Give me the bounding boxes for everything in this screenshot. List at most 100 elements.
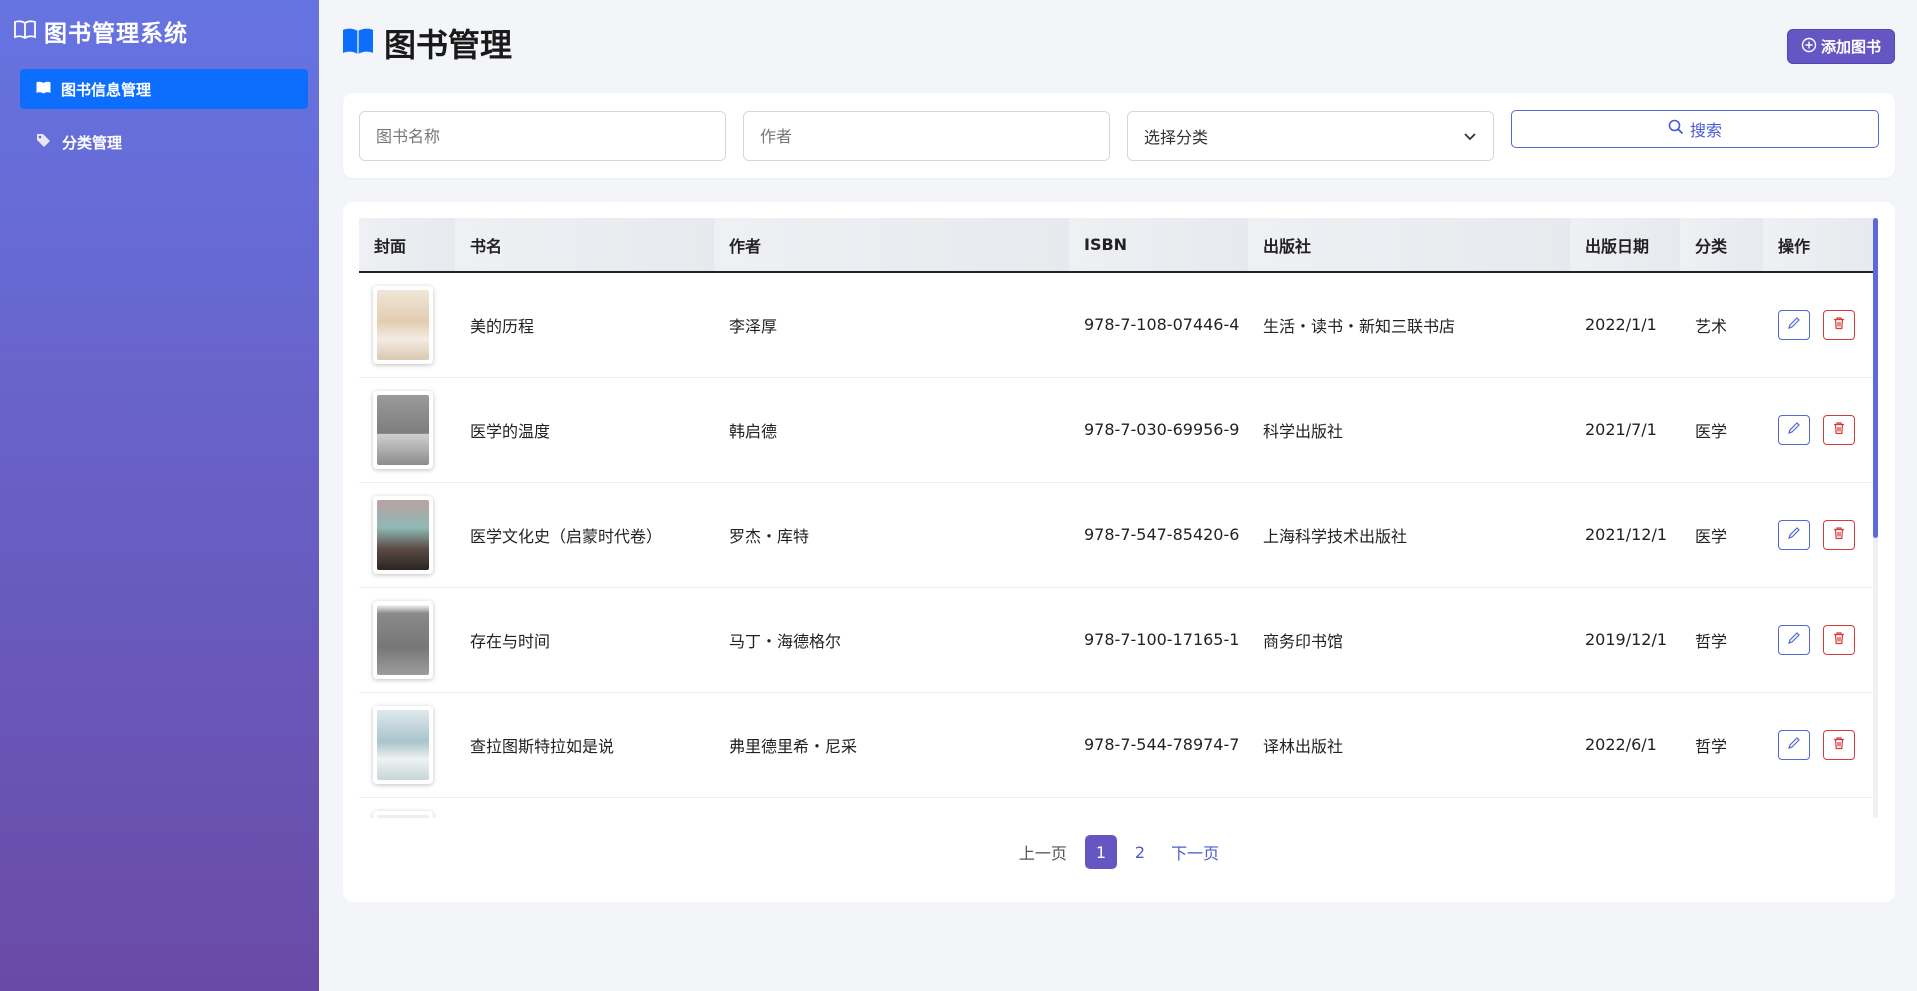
page-2-button[interactable]: 2 xyxy=(1127,835,1153,869)
book-publisher xyxy=(1248,797,1570,818)
book-author: 马丁・海德格尔 xyxy=(714,587,1069,693)
book-date: 2022/1/1 xyxy=(1570,272,1680,378)
category-select[interactable]: 选择分类 xyxy=(1127,111,1494,161)
delete-button[interactable] xyxy=(1823,624,1856,655)
book-date: 2021/7/1 xyxy=(1570,377,1680,483)
pencil-icon xyxy=(1787,525,1801,544)
prev-page-link[interactable]: 上一页 xyxy=(1011,835,1075,869)
book-date: 2022/6/1 xyxy=(1570,692,1680,798)
book-isbn: 978-7-547-85420-6 xyxy=(1069,482,1248,588)
table-header-row: 封面 书名 作者 ISBN 出版社 出版日期 分类 操作 xyxy=(359,218,1875,273)
chevron-down-icon xyxy=(1463,127,1477,146)
brand: 图书管理系统 xyxy=(14,14,188,48)
column-header-title: 书名 xyxy=(455,218,714,273)
page-title-text: 图书管理 xyxy=(384,26,513,64)
open-book-icon xyxy=(14,19,36,43)
book-publisher: 译林出版社 xyxy=(1248,692,1570,798)
table-row: 存在与时间 马丁・海德格尔 978-7-100-17165-1 商务印书馆 20… xyxy=(359,587,1875,693)
edit-button[interactable] xyxy=(1778,729,1810,760)
table-row: 医学文化史（启蒙时代卷） 罗杰・库特 978-7-547-85420-6 上海科… xyxy=(359,482,1875,588)
book-cover-image xyxy=(373,285,433,364)
book-author: 李泽厚 xyxy=(714,272,1069,378)
column-header-publisher: 出版社 xyxy=(1248,218,1570,273)
pencil-icon xyxy=(1787,735,1801,754)
column-header-date: 出版日期 xyxy=(1570,218,1680,273)
column-header-cover: 封面 xyxy=(359,218,455,273)
pencil-icon xyxy=(1787,420,1801,439)
sidebar: 图书管理系统 图书信息管理 分类管理 xyxy=(0,0,319,991)
brand-title: 图书管理系统 xyxy=(44,21,188,47)
plus-circle-icon xyxy=(1801,37,1817,57)
edit-button[interactable] xyxy=(1778,624,1810,655)
book-category: 医学 xyxy=(1680,377,1763,483)
book-publisher: 上海科学技术出版社 xyxy=(1248,482,1570,588)
book-title: 医学的温度 xyxy=(455,377,714,483)
delete-button[interactable] xyxy=(1823,519,1856,550)
search-button[interactable]: 搜索 xyxy=(1511,110,1879,148)
delete-button[interactable] xyxy=(1823,729,1856,760)
column-header-category: 分类 xyxy=(1680,218,1763,273)
book-isbn: 978-7-544-78974-7 xyxy=(1069,692,1248,798)
page-title: 图书管理 xyxy=(342,22,512,64)
book-author: 韩启德 xyxy=(714,377,1069,483)
table-row: 医学的温度 韩启德 978-7-030-69956-9 科学出版社 2021/7… xyxy=(359,377,1875,483)
book-table-panel: 封面 书名 作者 ISBN 出版社 出版日期 分类 操作 美的历程 李泽厚 97… xyxy=(343,202,1895,902)
book-category: 艺术 xyxy=(1680,272,1763,378)
book-cover-image xyxy=(373,705,433,784)
book-publisher: 科学出版社 xyxy=(1248,377,1570,483)
book-isbn: 978-7-030-69956-9 xyxy=(1069,377,1248,483)
column-header-actions: 操作 xyxy=(1763,218,1875,273)
scrollbar-thumb[interactable] xyxy=(1873,218,1878,538)
next-page-link[interactable]: 下一页 xyxy=(1163,835,1227,869)
book-author xyxy=(714,797,1069,818)
edit-button[interactable] xyxy=(1778,414,1810,445)
book-isbn xyxy=(1069,797,1248,818)
book-cover-image xyxy=(373,600,433,679)
book-icon xyxy=(342,27,374,59)
author-input[interactable] xyxy=(743,111,1110,161)
column-header-isbn: ISBN xyxy=(1069,218,1248,273)
book-author: 弗里德里希・尼采 xyxy=(714,692,1069,798)
book-cover-image xyxy=(373,495,433,574)
book-title: 医学文化史（启蒙时代卷） xyxy=(455,482,714,588)
sidebar-item-categories[interactable]: 分类管理 xyxy=(20,122,308,162)
book-title: 查拉图斯特拉如是说 xyxy=(455,692,714,798)
delete-button[interactable] xyxy=(1823,414,1856,445)
sidebar-item-book-info[interactable]: 图书信息管理 xyxy=(20,69,308,109)
page-1-button[interactable]: 1 xyxy=(1084,835,1117,869)
tags-icon xyxy=(36,133,52,152)
book-table-scroll[interactable]: 封面 书名 作者 ISBN 出版社 出版日期 分类 操作 美的历程 李泽厚 97… xyxy=(359,218,1878,818)
book-title xyxy=(455,797,714,818)
category-select-value: 选择分类 xyxy=(1144,128,1209,147)
book-category xyxy=(1680,797,1763,818)
book-title: 存在与时间 xyxy=(455,587,714,693)
sidebar-item-label: 图书信息管理 xyxy=(61,80,152,99)
table-row: 查拉图斯特拉如是说 弗里德里希・尼采 978-7-544-78974-7 译林出… xyxy=(359,692,1875,798)
trash-icon xyxy=(1832,525,1846,544)
sidebar-item-label: 分类管理 xyxy=(62,133,123,152)
trash-icon xyxy=(1832,630,1846,649)
book-cover-image xyxy=(373,390,433,469)
book-cover-image xyxy=(373,810,433,818)
add-book-button[interactable]: 添加图书 xyxy=(1787,29,1895,64)
book-table: 封面 书名 作者 ISBN 出版社 出版日期 分类 操作 美的历程 李泽厚 97… xyxy=(359,218,1875,818)
book-author: 罗杰・库特 xyxy=(714,482,1069,588)
trash-icon xyxy=(1832,315,1846,334)
book-category: 哲学 xyxy=(1680,692,1763,798)
search-panel: 选择分类 搜索 xyxy=(343,93,1895,178)
table-row xyxy=(359,797,1875,818)
book-title: 美的历程 xyxy=(455,272,714,378)
trash-icon xyxy=(1832,420,1846,439)
book-category: 哲学 xyxy=(1680,587,1763,693)
pagination: 上一页 1 2 下一页 xyxy=(343,835,1895,869)
delete-button[interactable] xyxy=(1823,309,1856,340)
book-date: 2021/12/1 xyxy=(1570,482,1680,588)
trash-icon xyxy=(1832,735,1846,754)
edit-button[interactable] xyxy=(1778,309,1810,340)
pencil-icon xyxy=(1787,630,1801,649)
edit-button[interactable] xyxy=(1778,519,1810,550)
book-name-input[interactable] xyxy=(359,111,726,161)
table-row: 美的历程 李泽厚 978-7-108-07446-4 生活・读书・新知三联书店 … xyxy=(359,272,1875,378)
book-icon xyxy=(36,80,51,98)
column-header-author: 作者 xyxy=(714,218,1069,273)
